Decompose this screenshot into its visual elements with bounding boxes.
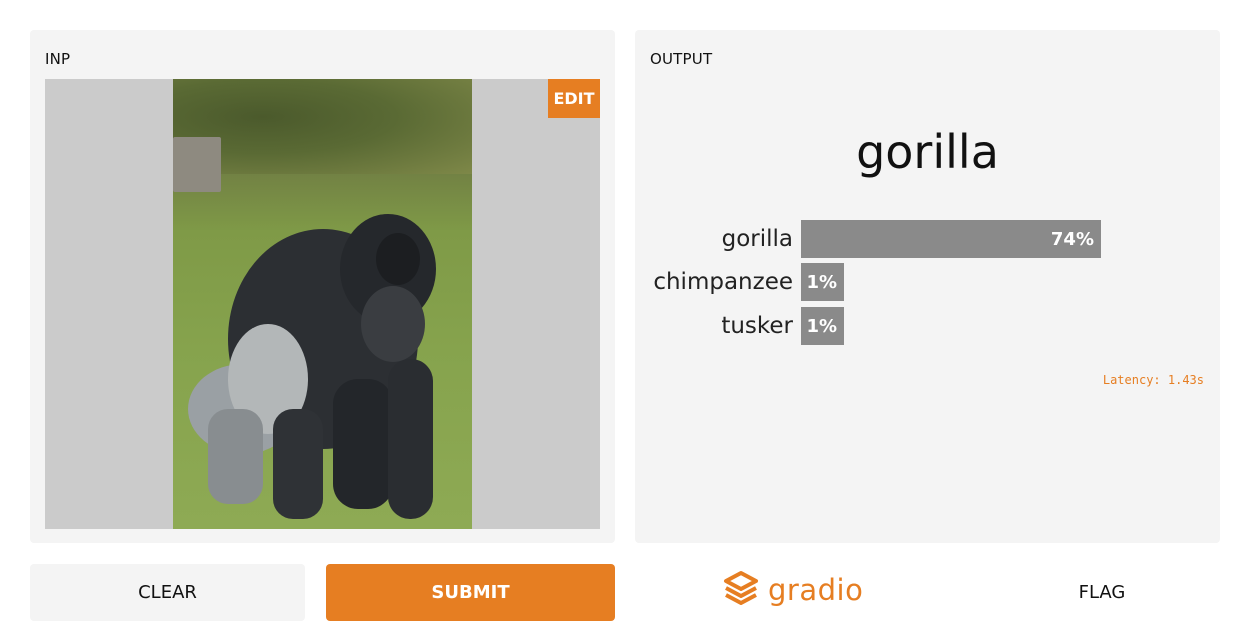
confidence-value: 1% xyxy=(806,315,837,337)
confidence-row: tusker 1% xyxy=(635,307,1220,347)
input-panel-title: INP xyxy=(45,50,71,68)
latency-text: Latency: 1.43s xyxy=(1102,373,1204,387)
confidence-row: chimpanzee 1% xyxy=(635,263,1220,303)
confidence-bar: 74% xyxy=(801,220,1101,258)
gorilla-photo xyxy=(173,79,472,529)
submit-button[interactable]: SUBMIT xyxy=(326,564,615,621)
input-panel: INP EDIT xyxy=(30,30,615,543)
confidence-bar: 1% xyxy=(801,263,844,301)
confidence-label: tusker xyxy=(721,313,793,339)
confidence-label: gorilla xyxy=(721,226,793,252)
output-panel: OUTPUT gorilla gorilla 74% chimpanzee 1%… xyxy=(635,30,1220,543)
flag-button[interactable]: FLAG xyxy=(1010,564,1194,621)
confidence-row: gorilla 74% xyxy=(635,220,1220,260)
gradio-logo-icon xyxy=(722,569,760,611)
gradio-brand-name: gradio xyxy=(768,573,864,607)
gradio-brand[interactable]: gradio xyxy=(722,570,863,610)
output-panel-title: OUTPUT xyxy=(650,50,713,68)
image-upload-area[interactable] xyxy=(45,79,600,529)
confidence-value: 1% xyxy=(806,271,837,293)
edit-button[interactable]: EDIT xyxy=(548,79,600,118)
clear-button[interactable]: CLEAR xyxy=(30,564,305,621)
confidence-bar: 1% xyxy=(801,307,844,345)
predicted-label: gorilla xyxy=(856,125,999,179)
confidence-value: 74% xyxy=(1050,228,1094,250)
confidence-label: chimpanzee xyxy=(653,269,793,295)
